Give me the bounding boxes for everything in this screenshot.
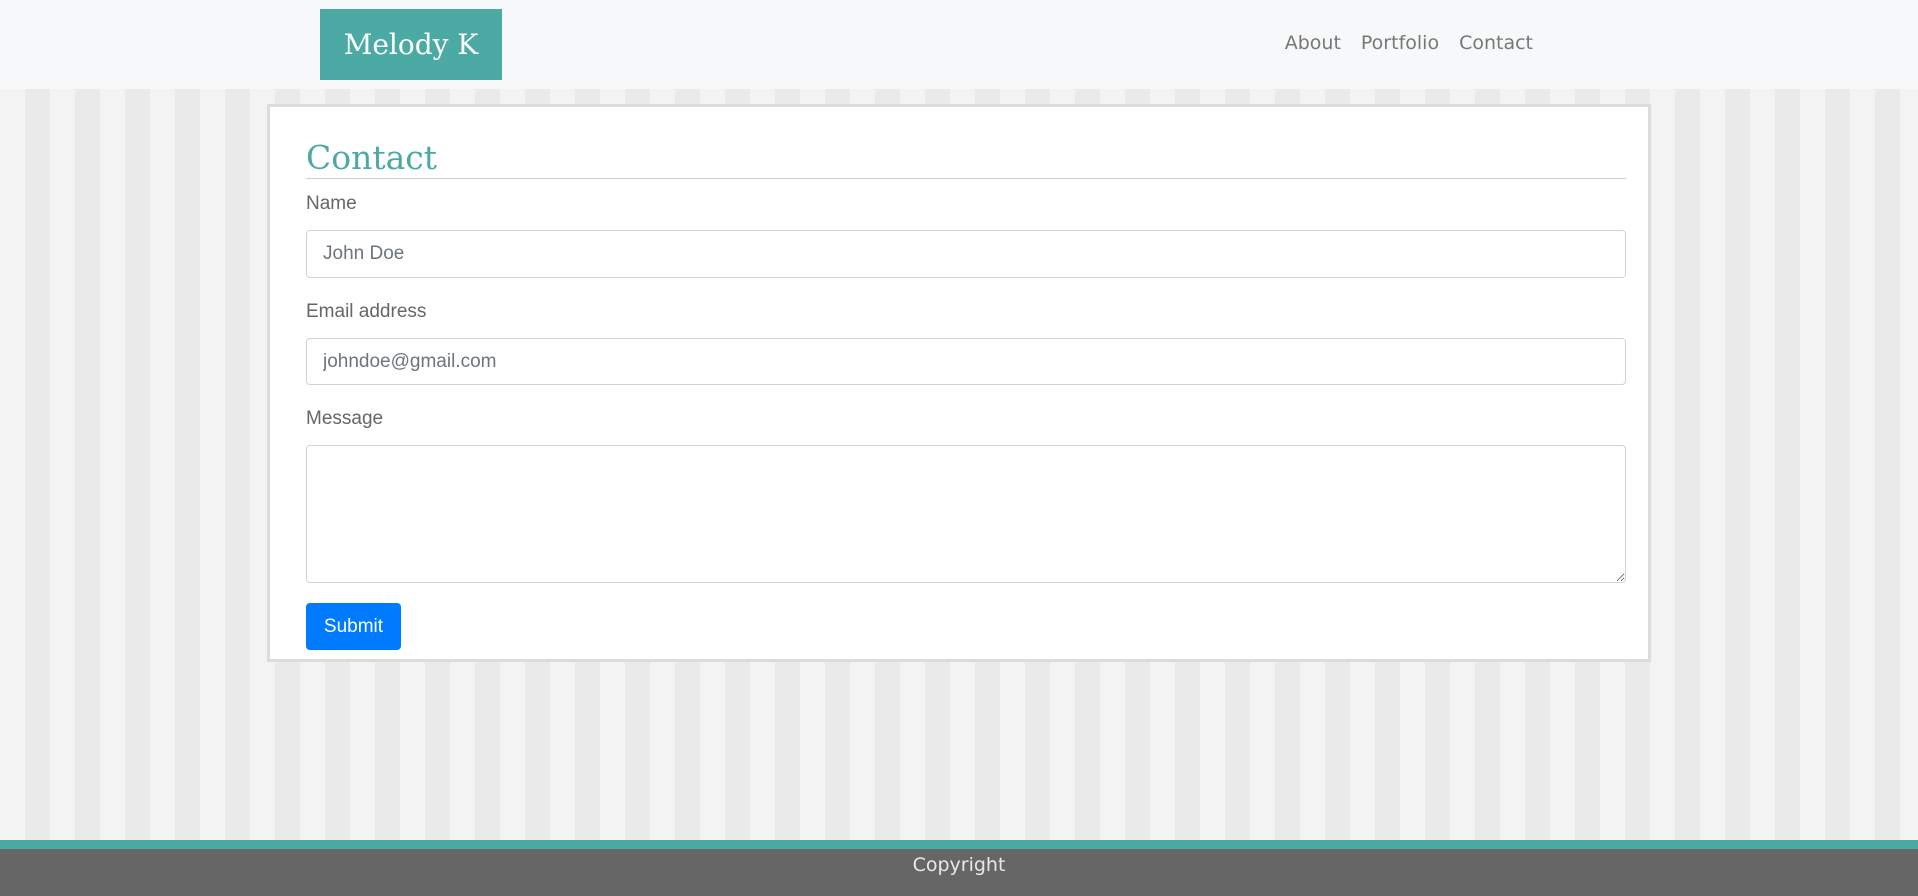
nav-link-about[interactable]: About <box>1285 32 1341 54</box>
submit-button[interactable]: Submit <box>306 603 401 650</box>
footer-copyright: Copyright <box>912 854 1006 876</box>
footer: Copyright <box>0 849 1918 896</box>
name-label: Name <box>306 193 357 214</box>
email-input[interactable] <box>306 338 1626 385</box>
nav-link-portfolio[interactable]: Portfolio <box>1361 32 1439 54</box>
navbar: Melody K About Portfolio Contact <box>0 0 1918 89</box>
nav-links: About Portfolio Contact <box>1285 32 1533 54</box>
message-textarea[interactable] <box>306 445 1626 583</box>
page-title: Contact <box>306 138 438 177</box>
title-divider <box>306 178 1626 179</box>
email-label: Email address <box>306 301 427 322</box>
nav-link-contact[interactable]: Contact <box>1459 32 1533 54</box>
name-input[interactable] <box>306 230 1626 278</box>
message-label: Message <box>306 408 384 429</box>
brand-logo[interactable]: Melody K <box>320 9 502 80</box>
footer-accent-bar <box>0 840 1918 849</box>
